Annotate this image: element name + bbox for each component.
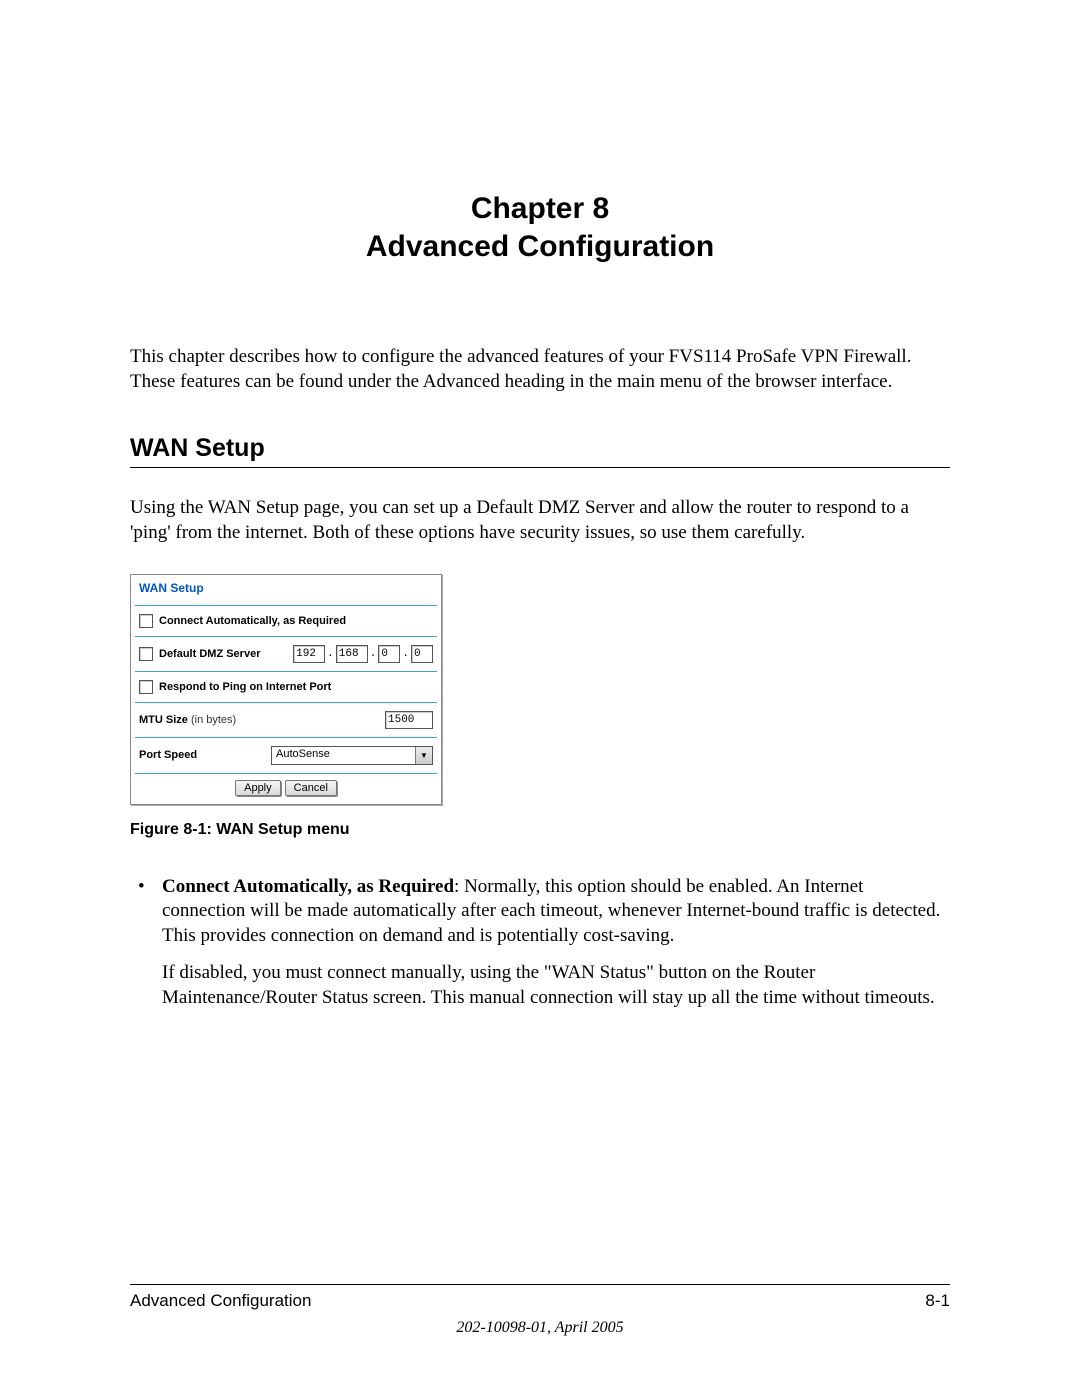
- section-heading-wan-setup: WAN Setup: [130, 434, 950, 468]
- default-dmz-label: Default DMZ Server: [159, 648, 260, 660]
- chapter-title: Advanced Configuration: [130, 228, 950, 266]
- intro-paragraph: This chapter describes how to configure …: [130, 345, 950, 394]
- port-speed-select[interactable]: AutoSense ▼: [271, 746, 433, 765]
- page-footer: Advanced Configuration 8-1 202-10098-01,…: [130, 1284, 950, 1337]
- footer-rule: [130, 1284, 950, 1285]
- cancel-button[interactable]: Cancel: [285, 780, 337, 796]
- wan-button-row: Apply Cancel: [131, 774, 441, 804]
- row-connect-automatically: Connect Automatically, as Required: [131, 606, 441, 636]
- connect-auto-label: Connect Automatically, as Required: [159, 615, 346, 627]
- respond-ping-label: Respond to Ping on Internet Port: [159, 681, 331, 693]
- dmz-ip-octet-1[interactable]: 192: [293, 645, 325, 663]
- figure-wan-setup: WAN Setup Connect Automatically, as Requ…: [130, 574, 950, 805]
- respond-ping-checkbox[interactable]: [139, 680, 153, 694]
- bullet-title: Connect Automatically, as Required: [162, 876, 454, 897]
- dmz-ip-octet-4[interactable]: 0: [411, 645, 433, 663]
- footer-row: Advanced Configuration 8-1: [130, 1291, 950, 1311]
- bullet-list: Connect Automatically, as Required: Norm…: [162, 875, 950, 1010]
- default-dmz-checkbox[interactable]: [139, 647, 153, 661]
- dmz-ip-octet-3[interactable]: 0: [378, 645, 400, 663]
- figure-caption: Figure 8-1: WAN Setup menu: [130, 821, 950, 839]
- document-page: Chapter 8 Advanced Configuration This ch…: [0, 0, 1080, 1397]
- chapter-heading: Chapter 8 Advanced Configuration: [130, 190, 950, 265]
- wan-panel-title: WAN Setup: [131, 575, 441, 605]
- footer-left: Advanced Configuration: [130, 1291, 311, 1311]
- mtu-size-label: MTU Size (in bytes): [139, 714, 236, 726]
- row-mtu-size: MTU Size (in bytes) 1500: [131, 703, 441, 737]
- bullet-connect-automatically: Connect Automatically, as Required: Norm…: [162, 875, 950, 1010]
- wan-setup-paragraph: Using the WAN Setup page, you can set up…: [130, 496, 950, 545]
- footer-date: 202-10098-01, April 2005: [130, 1319, 950, 1337]
- chevron-down-icon: ▼: [415, 747, 432, 764]
- bullet-followup-para: If disabled, you must connect manually, …: [162, 961, 950, 1010]
- row-port-speed: Port Speed AutoSense ▼: [131, 738, 441, 773]
- row-respond-ping: Respond to Ping on Internet Port: [131, 672, 441, 702]
- chapter-number: Chapter 8: [130, 190, 950, 228]
- port-speed-value: AutoSense: [272, 747, 415, 764]
- connect-auto-checkbox[interactable]: [139, 614, 153, 628]
- wan-setup-panel: WAN Setup Connect Automatically, as Requ…: [130, 574, 442, 805]
- mtu-size-input[interactable]: 1500: [385, 711, 433, 729]
- dmz-ip-group: 192. 168. 0. 0: [293, 645, 433, 663]
- port-speed-label: Port Speed: [139, 749, 197, 761]
- row-default-dmz: Default DMZ Server 192. 168. 0. 0: [131, 637, 441, 671]
- apply-button[interactable]: Apply: [235, 780, 281, 796]
- footer-page-number: 8-1: [925, 1291, 950, 1311]
- dmz-ip-octet-2[interactable]: 168: [336, 645, 368, 663]
